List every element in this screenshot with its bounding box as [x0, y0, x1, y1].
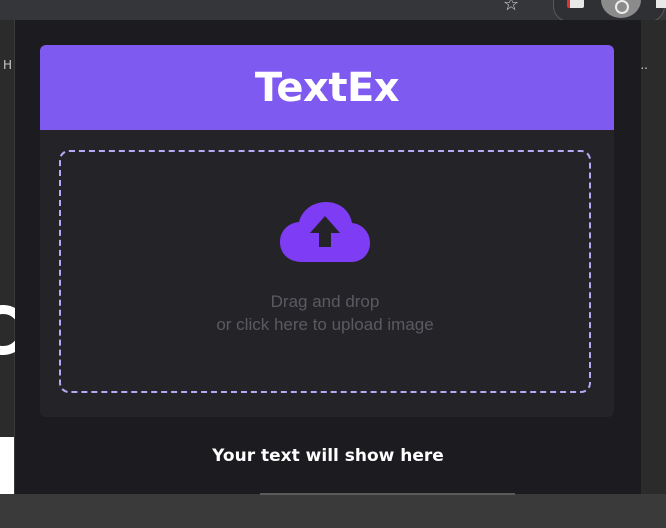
- upload-dropzone[interactable]: Drag and drop or click here to upload im…: [59, 150, 591, 393]
- app-title: TextEx: [254, 64, 400, 111]
- bookmark-overflow[interactable]: ..: [640, 58, 648, 72]
- dropzone-instructions: Drag and drop or click here to upload im…: [216, 290, 433, 336]
- extension-popup: TextEx Drag and drop or click here to up…: [15, 20, 641, 495]
- app-header: TextEx: [40, 45, 614, 130]
- page-background-right: ..: [640, 20, 666, 494]
- page-background-left: H: [0, 20, 14, 494]
- scrollbar-track[interactable]: [260, 493, 515, 495]
- bookmark-fragment[interactable]: H: [3, 58, 12, 72]
- screen: ☆ H .. TextEx Drag and drop or click her…: [0, 0, 666, 528]
- background-white-block: [0, 437, 14, 494]
- dropzone-line-1: Drag and drop: [270, 291, 380, 311]
- result-placeholder: Your text will show here: [212, 446, 444, 466]
- app-card: TextEx Drag and drop or click here to up…: [40, 45, 614, 417]
- star-icon[interactable]: ☆: [503, 0, 519, 15]
- extension-icon-edge[interactable]: [656, 0, 666, 8]
- dropzone-line-2: or click here to upload image: [216, 314, 434, 334]
- extension-icon[interactable]: [567, 0, 584, 8]
- cloud-upload-icon: [280, 201, 370, 262]
